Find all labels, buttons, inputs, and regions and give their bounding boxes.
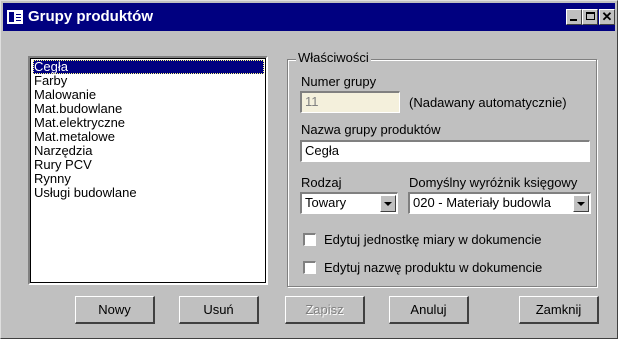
- save-button-label: Zapisz: [305, 302, 344, 317]
- list-item[interactable]: Narzędzia: [33, 144, 93, 158]
- group-name-label: Nazwa grupy produktów: [301, 122, 441, 137]
- list-item[interactable]: Malowanie: [33, 88, 96, 102]
- chevron-down-icon[interactable]: [380, 195, 396, 212]
- type-select-value: Towary: [305, 195, 347, 210]
- group-number-label: Numer grupy: [301, 74, 377, 89]
- minimize-button[interactable]: [566, 9, 582, 25]
- window-title: Grupy produktów: [28, 8, 153, 25]
- group-name-field[interactable]: Cegła: [300, 140, 590, 162]
- list-item[interactable]: Farby: [33, 74, 67, 88]
- edit-name-checkbox[interactable]: [303, 261, 316, 274]
- group-number-field: 11: [300, 91, 400, 113]
- maximize-button[interactable]: [582, 9, 598, 25]
- list-item[interactable]: Usługi budowlane: [33, 186, 137, 200]
- title-bar[interactable]: Grupy produktów ✕: [3, 3, 615, 31]
- type-select[interactable]: Towary: [300, 192, 398, 214]
- close-icon: ✕: [601, 9, 613, 24]
- edit-unit-label[interactable]: Edytuj jednostkę miary w dokumencie: [324, 232, 542, 247]
- list-item[interactable]: Rury PCV: [33, 158, 92, 172]
- product-groups-list[interactable]: Cegła Farby Malowanie Mat.budowlane Mat.…: [28, 56, 268, 285]
- maximize-icon: [586, 12, 595, 20]
- close-button-label: Zamknij: [535, 302, 582, 317]
- list-item[interactable]: Mat.elektryczne: [33, 116, 125, 130]
- window-list-icon[interactable]: [7, 10, 23, 24]
- list-item[interactable]: Mat.budowlane: [33, 102, 122, 116]
- delete-button[interactable]: Usuń: [179, 296, 259, 324]
- group-number-note: (Nadawany automatycznie): [409, 95, 567, 110]
- cancel-button-label: Anuluj: [410, 302, 447, 317]
- accounting-label: Domyślny wyróżnik księgowy: [409, 175, 578, 190]
- edit-unit-checkbox[interactable]: [303, 233, 316, 246]
- new-button[interactable]: Nowy: [75, 296, 155, 324]
- list-item[interactable]: Rynny: [33, 172, 71, 186]
- delete-button-label: Usuń: [203, 302, 234, 317]
- type-label: Rodzaj: [301, 175, 342, 190]
- close-window-button[interactable]: ✕: [599, 9, 615, 25]
- new-button-label: Nowy: [98, 302, 131, 317]
- accounting-select[interactable]: 020 - Materiały budowla: [408, 192, 591, 214]
- close-button[interactable]: Zamknij: [519, 296, 599, 324]
- save-button[interactable]: Zapisz: [285, 296, 365, 324]
- grupy-produktow-window: Grupy produktów ✕ Cegła Farby Malowanie …: [0, 0, 618, 339]
- minimize-icon: [570, 19, 577, 21]
- edit-name-label[interactable]: Edytuj nazwę produktu w dokumencie: [324, 260, 542, 275]
- list-item[interactable]: Cegła: [33, 60, 264, 74]
- accounting-select-value: 020 - Materiały budowla: [413, 195, 552, 210]
- list-item[interactable]: Mat.metalowe: [33, 130, 115, 144]
- cancel-button[interactable]: Anuluj: [389, 296, 469, 324]
- properties-legend: Właściwości: [296, 50, 371, 65]
- chevron-down-icon[interactable]: [573, 195, 589, 212]
